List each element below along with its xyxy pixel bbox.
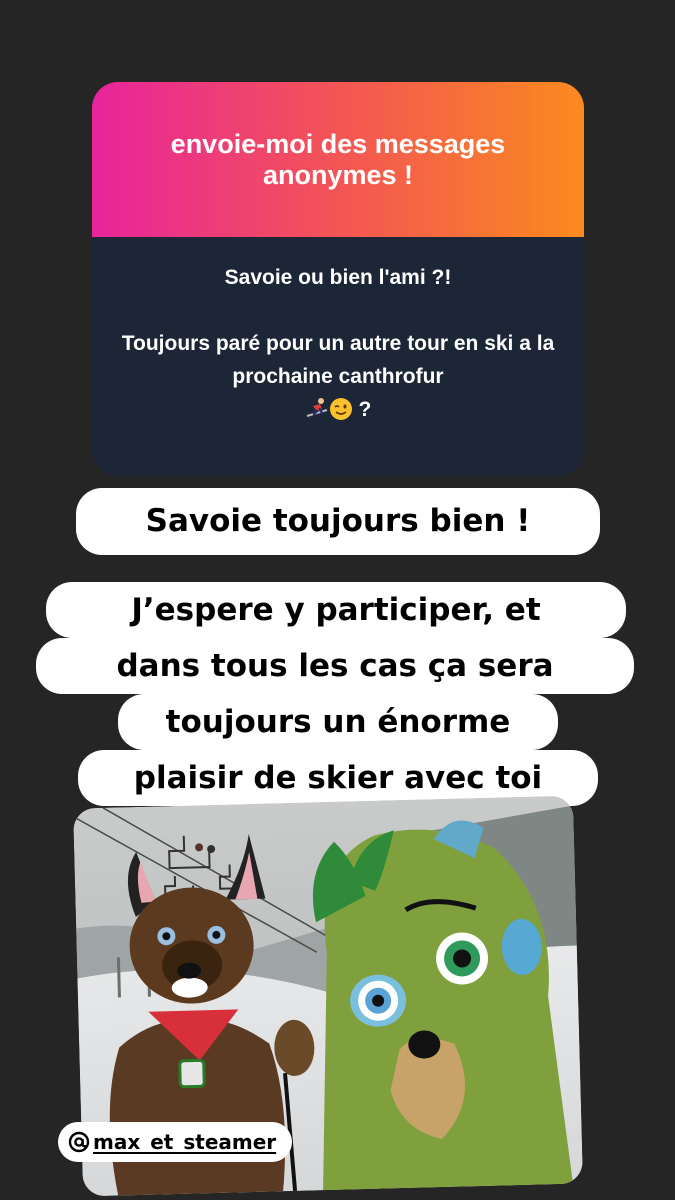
question-text: Savoie ou bien l'ami ?! Toujours paré po…: [92, 237, 584, 426]
question-sticker: envoie-moi des messages anonymes ! Savoi…: [92, 82, 584, 476]
skier-icon: [305, 396, 329, 418]
question-mark: ?: [358, 398, 372, 421]
reply-line-4: toujours un énorme: [118, 694, 558, 750]
question-line-2: Toujours paré pour un autre tour en ski …: [121, 332, 555, 388]
winking-face-icon: [329, 397, 353, 421]
reply-line-2: J’espere y participer, et: [46, 582, 626, 638]
mention-handle[interactable]: max_et_steamer: [93, 1130, 276, 1154]
reply-line-3: dans tous les cas ça sera: [36, 638, 634, 694]
reply-line-1: Savoie toujours bien !: [76, 488, 600, 555]
at-sign-icon: [68, 1131, 90, 1153]
question-line-1: Savoie ou bien l'ami ?!: [224, 266, 452, 289]
question-end: ?: [120, 393, 556, 426]
question-sticker-header: envoie-moi des messages anonymes !: [92, 82, 584, 237]
mention-sticker[interactable]: max_et_steamer: [58, 1122, 293, 1162]
